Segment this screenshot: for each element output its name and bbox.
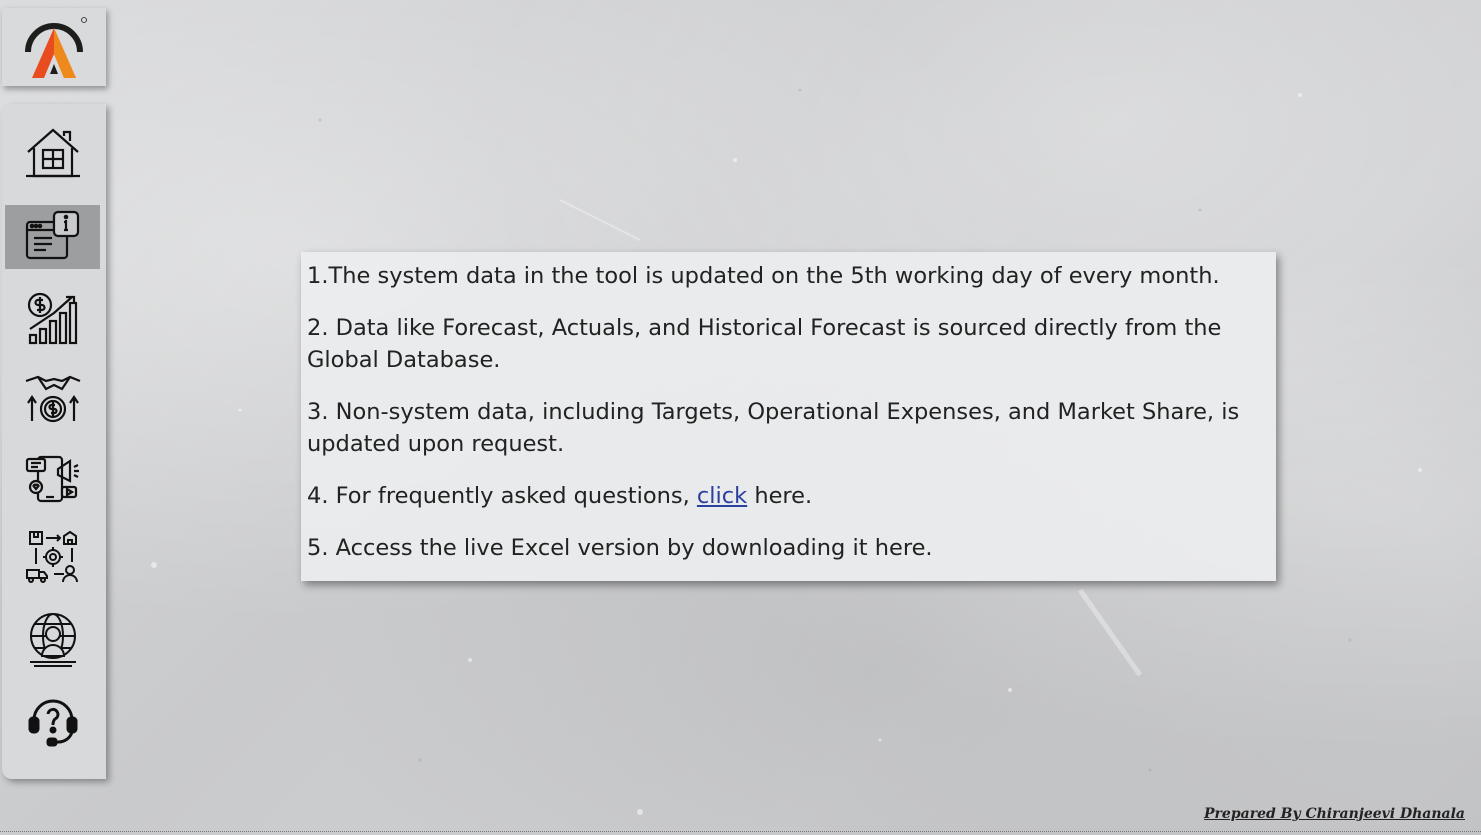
brand-logo[interactable] xyxy=(2,8,106,86)
sidebar-item-finance[interactable] xyxy=(5,286,100,350)
dollar-growth-chart-icon xyxy=(27,292,77,345)
supply-chain-icon xyxy=(25,530,78,583)
sidebar-nav xyxy=(2,104,106,779)
social-media-marketing-icon xyxy=(25,455,79,503)
support-headset-icon xyxy=(28,699,77,747)
house-icon xyxy=(25,128,80,178)
info-document-icon xyxy=(25,210,79,260)
info-line-4-suffix: here. xyxy=(747,483,813,509)
global-person-icon xyxy=(29,613,76,667)
info-line-2: 2. Data like Forecast, Actuals, and Hist… xyxy=(307,315,1222,373)
bottom-divider xyxy=(0,831,1481,832)
sidebar-item-home[interactable] xyxy=(5,121,100,185)
sidebar-item-marketing[interactable] xyxy=(5,446,100,510)
sidebar-item-global[interactable] xyxy=(5,607,100,671)
brand-logo-a-icon xyxy=(25,17,87,78)
info-panel: 1.The system data in the tool is updated… xyxy=(301,252,1276,581)
info-line-4-prefix: 4. For frequently asked questions, xyxy=(307,483,697,509)
author-credit: Prepared By Chiranjeevi Dhanala xyxy=(1204,806,1465,822)
sidebar-item-logistics[interactable] xyxy=(5,525,100,589)
sidebar-item-help[interactable] xyxy=(5,687,100,751)
info-line-5: 5. Access the live Excel version by down… xyxy=(307,535,933,561)
info-line-4: 4. For frequently asked questions, click… xyxy=(307,480,1270,512)
handshake-money-icon xyxy=(25,375,80,423)
info-line-3: 3. Non-system data, including Targets, O… xyxy=(307,399,1240,457)
sidebar-item-deal[interactable] xyxy=(5,366,100,430)
sidebar-item-info[interactable] xyxy=(5,205,100,269)
info-line-1: 1.The system data in the tool is updated… xyxy=(307,263,1220,289)
faq-link[interactable]: click xyxy=(697,483,747,509)
